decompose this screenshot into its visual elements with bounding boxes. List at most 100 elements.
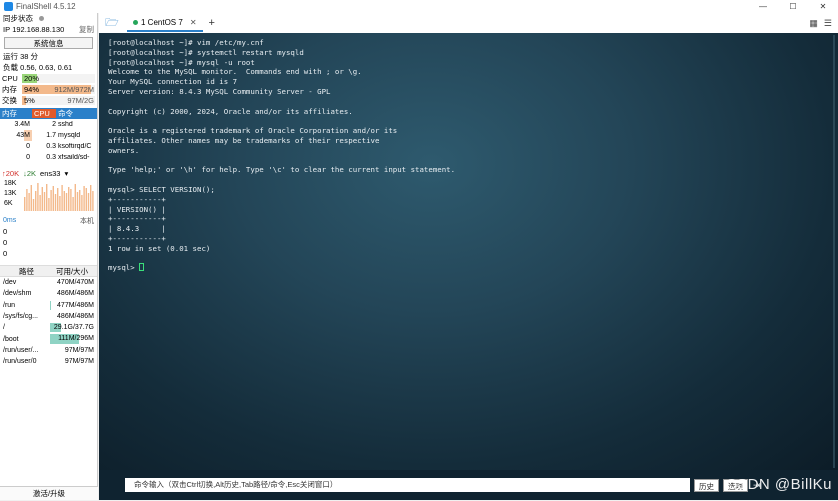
process-row[interactable]: 0 0.3 ksoftirqd/C — [0, 141, 97, 152]
process-cmd: sshd — [58, 121, 73, 128]
copy-ip-button[interactable]: 复制 — [79, 24, 94, 35]
usage-meter: 交换 5% 97M/2G — [0, 95, 97, 106]
network-header: ↑20K ↓2K ens33 ▾ — [0, 167, 97, 179]
terminal-line: 1 row in set (0.01 sec) — [108, 243, 211, 253]
minimize-button[interactable]: — — [748, 2, 778, 11]
upgrade-button[interactable]: 激活/升级 — [0, 486, 98, 500]
terminal-scrollbar[interactable] — [832, 33, 836, 470]
path-column-header[interactable]: 路径 — [0, 266, 50, 277]
disk-size: 97M/97M — [64, 358, 94, 366]
cmd-column-header[interactable]: 命令 — [56, 108, 75, 119]
net-scale-high: 18K — [4, 180, 17, 187]
connected-status-icon — [133, 19, 138, 25]
disk-row[interactable]: /boot 111M/296M — [0, 333, 97, 344]
net-interface-select[interactable]: ens33 — [40, 169, 60, 178]
terminal-line: mysql> SELECT VERSION(); — [108, 184, 215, 194]
disk-size-cell: 470M/470M — [50, 277, 97, 288]
terminal-prompt-line[interactable]: mysql> — [108, 263, 455, 273]
cursor-icon — [139, 263, 145, 272]
mem-column-header[interactable]: 内存 — [0, 108, 32, 119]
process-row[interactable]: 3.4M 2 sshd — [0, 119, 97, 130]
net-graph-bar — [43, 192, 46, 211]
net-graph-bar — [32, 199, 35, 211]
disk-row[interactable]: / 29.1G/37.7G — [0, 322, 97, 333]
terminal-output[interactable]: [root@localhost ~]# vim /etc/my.cnf [root… — [99, 33, 838, 470]
process-cmd: ksoftirqd/C — [58, 143, 92, 150]
session-tab-bar: 🗁 1 CentOS 7 ✕ + ▦ ☰ — [99, 13, 838, 33]
network-graph: 18K 13K 6K — [2, 179, 95, 211]
terminal-line: [root@localhost ~]# vim /etc/my.cnf — [108, 38, 264, 47]
net-graph-bar — [37, 183, 39, 211]
close-button[interactable]: ✕ — [808, 2, 838, 11]
meter-bar: 5% 97M/2G — [22, 96, 95, 105]
ip-row: IP 192.168.88.130 复制 — [0, 24, 97, 35]
disk-table-header: 路径 可用/大小 — [0, 265, 97, 277]
meter-bar: 20% — [22, 74, 95, 83]
history-button[interactable]: 历史 — [694, 478, 719, 492]
terminal-line: owners. — [108, 145, 140, 155]
terminal-line: Type 'help;' or '\h' for help. Type '\c'… — [108, 165, 456, 175]
tab-centos7[interactable]: 1 CentOS 7 ✕ — [127, 14, 203, 32]
meter-amount: 912M/972M — [54, 85, 94, 94]
watermark-text: CSDN @BillKu — [725, 476, 832, 493]
title-bar: FinalShell 4.5.12 — ☐ ✕ — [0, 0, 838, 13]
process-cmd: xfsaild/sd- — [58, 154, 90, 161]
process-row[interactable]: 0 0.3 xfsaild/sd- — [0, 152, 97, 163]
meter-label: 交换 — [2, 96, 17, 105]
terminal-prompt: mysql> — [108, 263, 140, 273]
meter-label: 内存 — [2, 85, 17, 94]
net-graph-bar — [39, 195, 41, 211]
new-tab-button[interactable]: + — [209, 17, 215, 29]
network-scale: 18K 13K 6K — [4, 179, 16, 209]
disk-row[interactable]: /sys/fs/cg... 486M/486M — [0, 311, 97, 322]
disk-path: /sys/fs/cg... — [3, 313, 39, 321]
disk-row[interactable]: /run 477M/486M — [0, 300, 97, 311]
net-graph-bar — [76, 192, 79, 211]
latency-row: 0 — [3, 249, 8, 258]
chevron-down-icon[interactable]: ▾ — [64, 169, 68, 178]
process-row[interactable]: 43M 1.7 mysqld — [0, 130, 97, 141]
disk-row[interactable]: /dev/shm 486M/486M — [0, 288, 97, 299]
system-info-button[interactable]: 系统信息 — [4, 37, 93, 49]
process-cmd: mysqld — [58, 132, 81, 139]
disk-row[interactable]: /dev 470M/470M — [0, 277, 97, 288]
terminal-line: [root@localhost ~]# systemctl restart my… — [108, 47, 304, 57]
meter-percent: 5% — [24, 96, 35, 105]
net-graph-bar — [48, 198, 50, 211]
folder-icon[interactable]: 🗁 — [103, 14, 121, 33]
maximize-button[interactable]: ☐ — [778, 2, 808, 11]
disk-row[interactable]: /run/user/... 97M/97M — [0, 345, 97, 356]
usage-meter: 内存 94% 912M/972M — [0, 84, 97, 95]
command-bar: 命令输入（双击Ctrl切换,Alt历史,Tab路径/命令,Esc关闭窗口） 历史… — [99, 470, 838, 500]
cpu-column-header[interactable]: CPU — [32, 109, 56, 118]
net-graph-bar — [65, 193, 68, 211]
terminal-line: [root@localhost ~]# mysql -u root — [108, 57, 255, 67]
grid-layout-icon[interactable]: ▦ — [809, 18, 818, 29]
net-graph-bar — [30, 185, 32, 211]
size-column-header[interactable]: 可用/大小 — [50, 266, 97, 277]
process-mem: 0 — [26, 143, 30, 150]
close-tab-icon[interactable]: ✕ — [190, 18, 197, 27]
usage-meter: CPU 20% — [0, 73, 97, 84]
net-graph-bar — [90, 185, 92, 211]
latency-row: 0 — [3, 227, 8, 236]
terminal-text: [root@localhost ~]# vim /etc/my.cnf [root… — [108, 38, 455, 273]
disk-path: /run/user/0 — [3, 358, 37, 366]
latency-value: 0ms — [3, 217, 17, 224]
terminal-line: +-----------+ — [108, 233, 166, 243]
meter-bar: 94% 912M/972M — [22, 85, 95, 94]
net-graph-bar — [87, 193, 90, 211]
disk-path: /run/user/... — [3, 346, 39, 354]
window-title: FinalShell 4.5.12 — [16, 2, 76, 11]
disk-row[interactable]: /run/user/0 97M/97M — [0, 356, 97, 367]
command-input[interactable]: 命令输入（双击Ctrl切换,Alt历史,Tab路径/命令,Esc关闭窗口） — [125, 478, 690, 492]
net-graph-bar — [46, 184, 48, 211]
disk-size: 97M/97M — [64, 346, 94, 354]
disk-size-cell: 477M/486M — [50, 300, 97, 311]
monitor-sidebar: 同步状态 IP 192.168.88.130 复制 系统信息 运行 38 分 负… — [0, 13, 98, 500]
meter-percent: 20% — [24, 74, 40, 83]
net-graph-bar — [85, 188, 87, 211]
list-layout-icon[interactable]: ☰ — [824, 18, 832, 29]
